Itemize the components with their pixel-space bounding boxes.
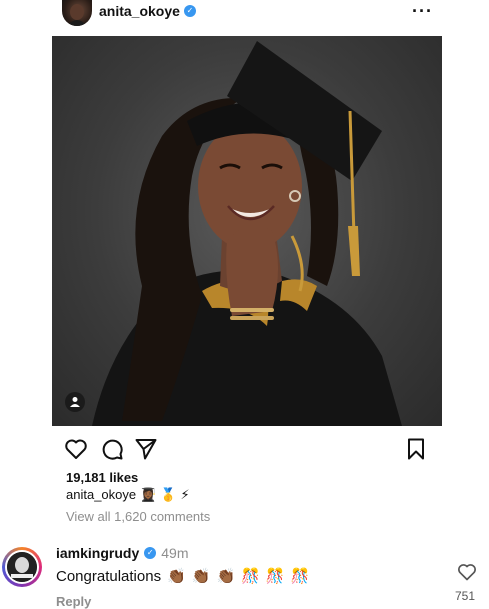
caption-emoji: 🥇 (160, 487, 177, 502)
post-author[interactable]: anita_okoye ✓ (99, 3, 196, 19)
comment-header: iamkingrudy ✓ 49m (56, 545, 188, 561)
comment-emoji: 👏🏾 (216, 568, 236, 585)
comment-text: Congratulations (56, 568, 162, 585)
heart-icon[interactable] (64, 437, 88, 461)
verified-badge-icon: ✓ (144, 547, 157, 559)
share-icon[interactable] (134, 437, 158, 461)
like-count[interactable]: 19,181 likes (66, 470, 138, 485)
bookmark-icon[interactable] (404, 437, 428, 461)
caption: anita_okoye 👩🏾‍🎓 🥇 ⚡ (66, 487, 190, 502)
comment-heart-icon[interactable] (457, 562, 477, 582)
commenter-username[interactable]: iamkingrudy (56, 545, 139, 561)
verified-badge-icon: ✓ (183, 5, 196, 17)
comment-timestamp: 49m (161, 545, 189, 561)
view-all-comments-link[interactable]: View all 1,620 comments (66, 509, 210, 524)
comment-emoji: 🎊 (290, 568, 310, 585)
more-options-icon[interactable]: ··· (412, 1, 433, 22)
comment-like-count: 751 (455, 589, 476, 603)
comment-emoji: 👏🏾 (167, 568, 186, 585)
caption-emoji: 👩🏾‍🎓 (140, 487, 157, 502)
commenter-avatar-image (5, 550, 39, 584)
comment-icon[interactable] (100, 437, 124, 461)
post-author-avatar[interactable] (62, 0, 92, 26)
comment-body: Congratulations 👏🏾 👏🏾 👏🏾 🎊 🎊 🎊 (56, 568, 309, 585)
reply-button[interactable]: Reply (56, 594, 91, 609)
caption-username[interactable]: anita_okoye (66, 487, 136, 502)
caption-emoji: ⚡ (180, 487, 190, 502)
comment-emoji: 👏🏾 (191, 568, 211, 585)
comment-emoji: 🎊 (265, 568, 285, 585)
post-author-username[interactable]: anita_okoye (99, 3, 180, 19)
commenter-avatar[interactable] (2, 547, 42, 587)
post-image[interactable] (52, 36, 442, 426)
comment-emoji: 🎊 (241, 568, 260, 585)
user-tag-icon[interactable] (65, 392, 85, 412)
